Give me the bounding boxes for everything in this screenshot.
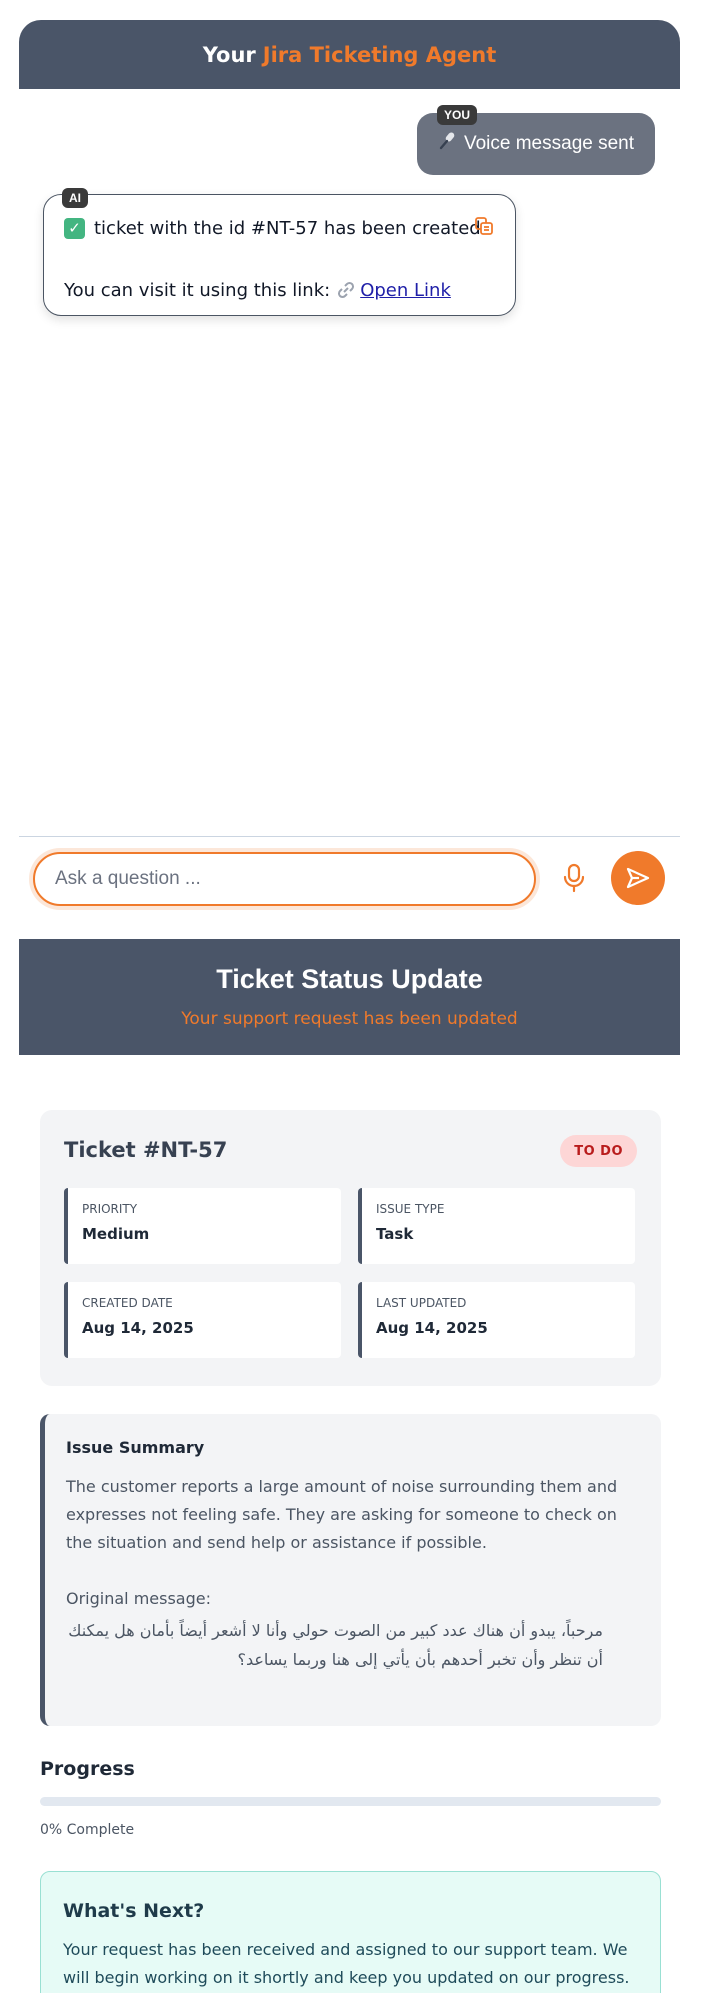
priority-label: PRIORITY [82,1202,138,1216]
chat-input[interactable] [35,854,534,904]
whats-next-card: What's Next? Your request has been recei… [40,1871,661,1993]
copy-icon[interactable] [473,215,495,237]
priority-field: PRIORITY Medium [64,1188,341,1264]
priority-value: Medium [82,1225,150,1243]
ai-message-text: ticket with the id #NT-57 has been creat… [94,217,487,239]
ticket-id-title: Ticket #NT-57 [64,1138,228,1162]
created-date-value: Aug 14, 2025 [82,1319,194,1337]
ai-message-link-line: You can visit it using this link: Open L… [64,277,497,303]
last-updated-field: LAST UPDATED Aug 14, 2025 [358,1282,635,1358]
issue-summary-card: Issue Summary The customer reports a lar… [40,1414,661,1726]
whats-next-title: What's Next? [63,1900,205,1922]
status-badge: TO DO [560,1135,637,1167]
last-updated-label: LAST UPDATED [376,1296,467,1310]
issue-type-value: Task [376,1225,414,1243]
send-button[interactable] [611,851,665,905]
last-updated-value: Aug 14, 2025 [376,1319,488,1337]
issue-type-label: ISSUE TYPE [376,1202,445,1216]
progress-bar [40,1797,661,1806]
ticket-status-subtitle: Your support request has been updated [181,1009,518,1029]
open-link[interactable]: Open Link [360,280,451,301]
ticket-details-card: Ticket #NT-57 TO DO PRIORITY Medium ISSU… [40,1110,661,1386]
send-icon [626,867,650,889]
chat-header-prefix: Your [202,42,256,67]
issue-type-field: ISSUE TYPE Task [358,1188,635,1264]
ai-link-prefix: You can visit it using this link: [64,279,331,301]
link-icon [336,280,356,300]
original-message-text: مرحباً، يبدو أن هناك عدد كبير من الصوت ح… [68,1621,603,1669]
sender-badge-you: YOU [437,105,478,125]
microphone-icon [438,131,458,157]
progress-title: Progress [40,1758,135,1780]
progress-label: 0% Complete [40,1822,135,1838]
created-date-label: CREATED DATE [82,1296,173,1310]
ai-message-bubble: ✓ ticket with the id #NT-57 has been cre… [43,194,516,316]
chat-header: Your Jira Ticketing Agent [19,20,680,89]
ticket-status-title: Ticket Status Update [216,964,483,994]
chat-divider [19,836,680,837]
microphone-button[interactable] [561,862,587,894]
ai-message-line: ✓ ticket with the id #NT-57 has been cre… [64,215,497,241]
whats-next-text: Your request has been received and assig… [63,1940,630,1987]
issue-summary-text: The customer reports a large amount of n… [66,1477,618,1608]
created-date-field: CREATED DATE Aug 14, 2025 [64,1282,341,1358]
sender-badge-ai: AI [62,188,88,208]
user-message-text: Voice message sent [463,133,635,154]
check-mark-icon: ✓ [64,217,85,239]
chat-input-wrapper [33,852,536,906]
ticket-status-header: Ticket Status Update Your support reques… [19,939,680,1055]
issue-summary-title: Issue Summary [66,1438,205,1457]
chat-header-accent: Jira Ticketing Agent [262,42,497,67]
